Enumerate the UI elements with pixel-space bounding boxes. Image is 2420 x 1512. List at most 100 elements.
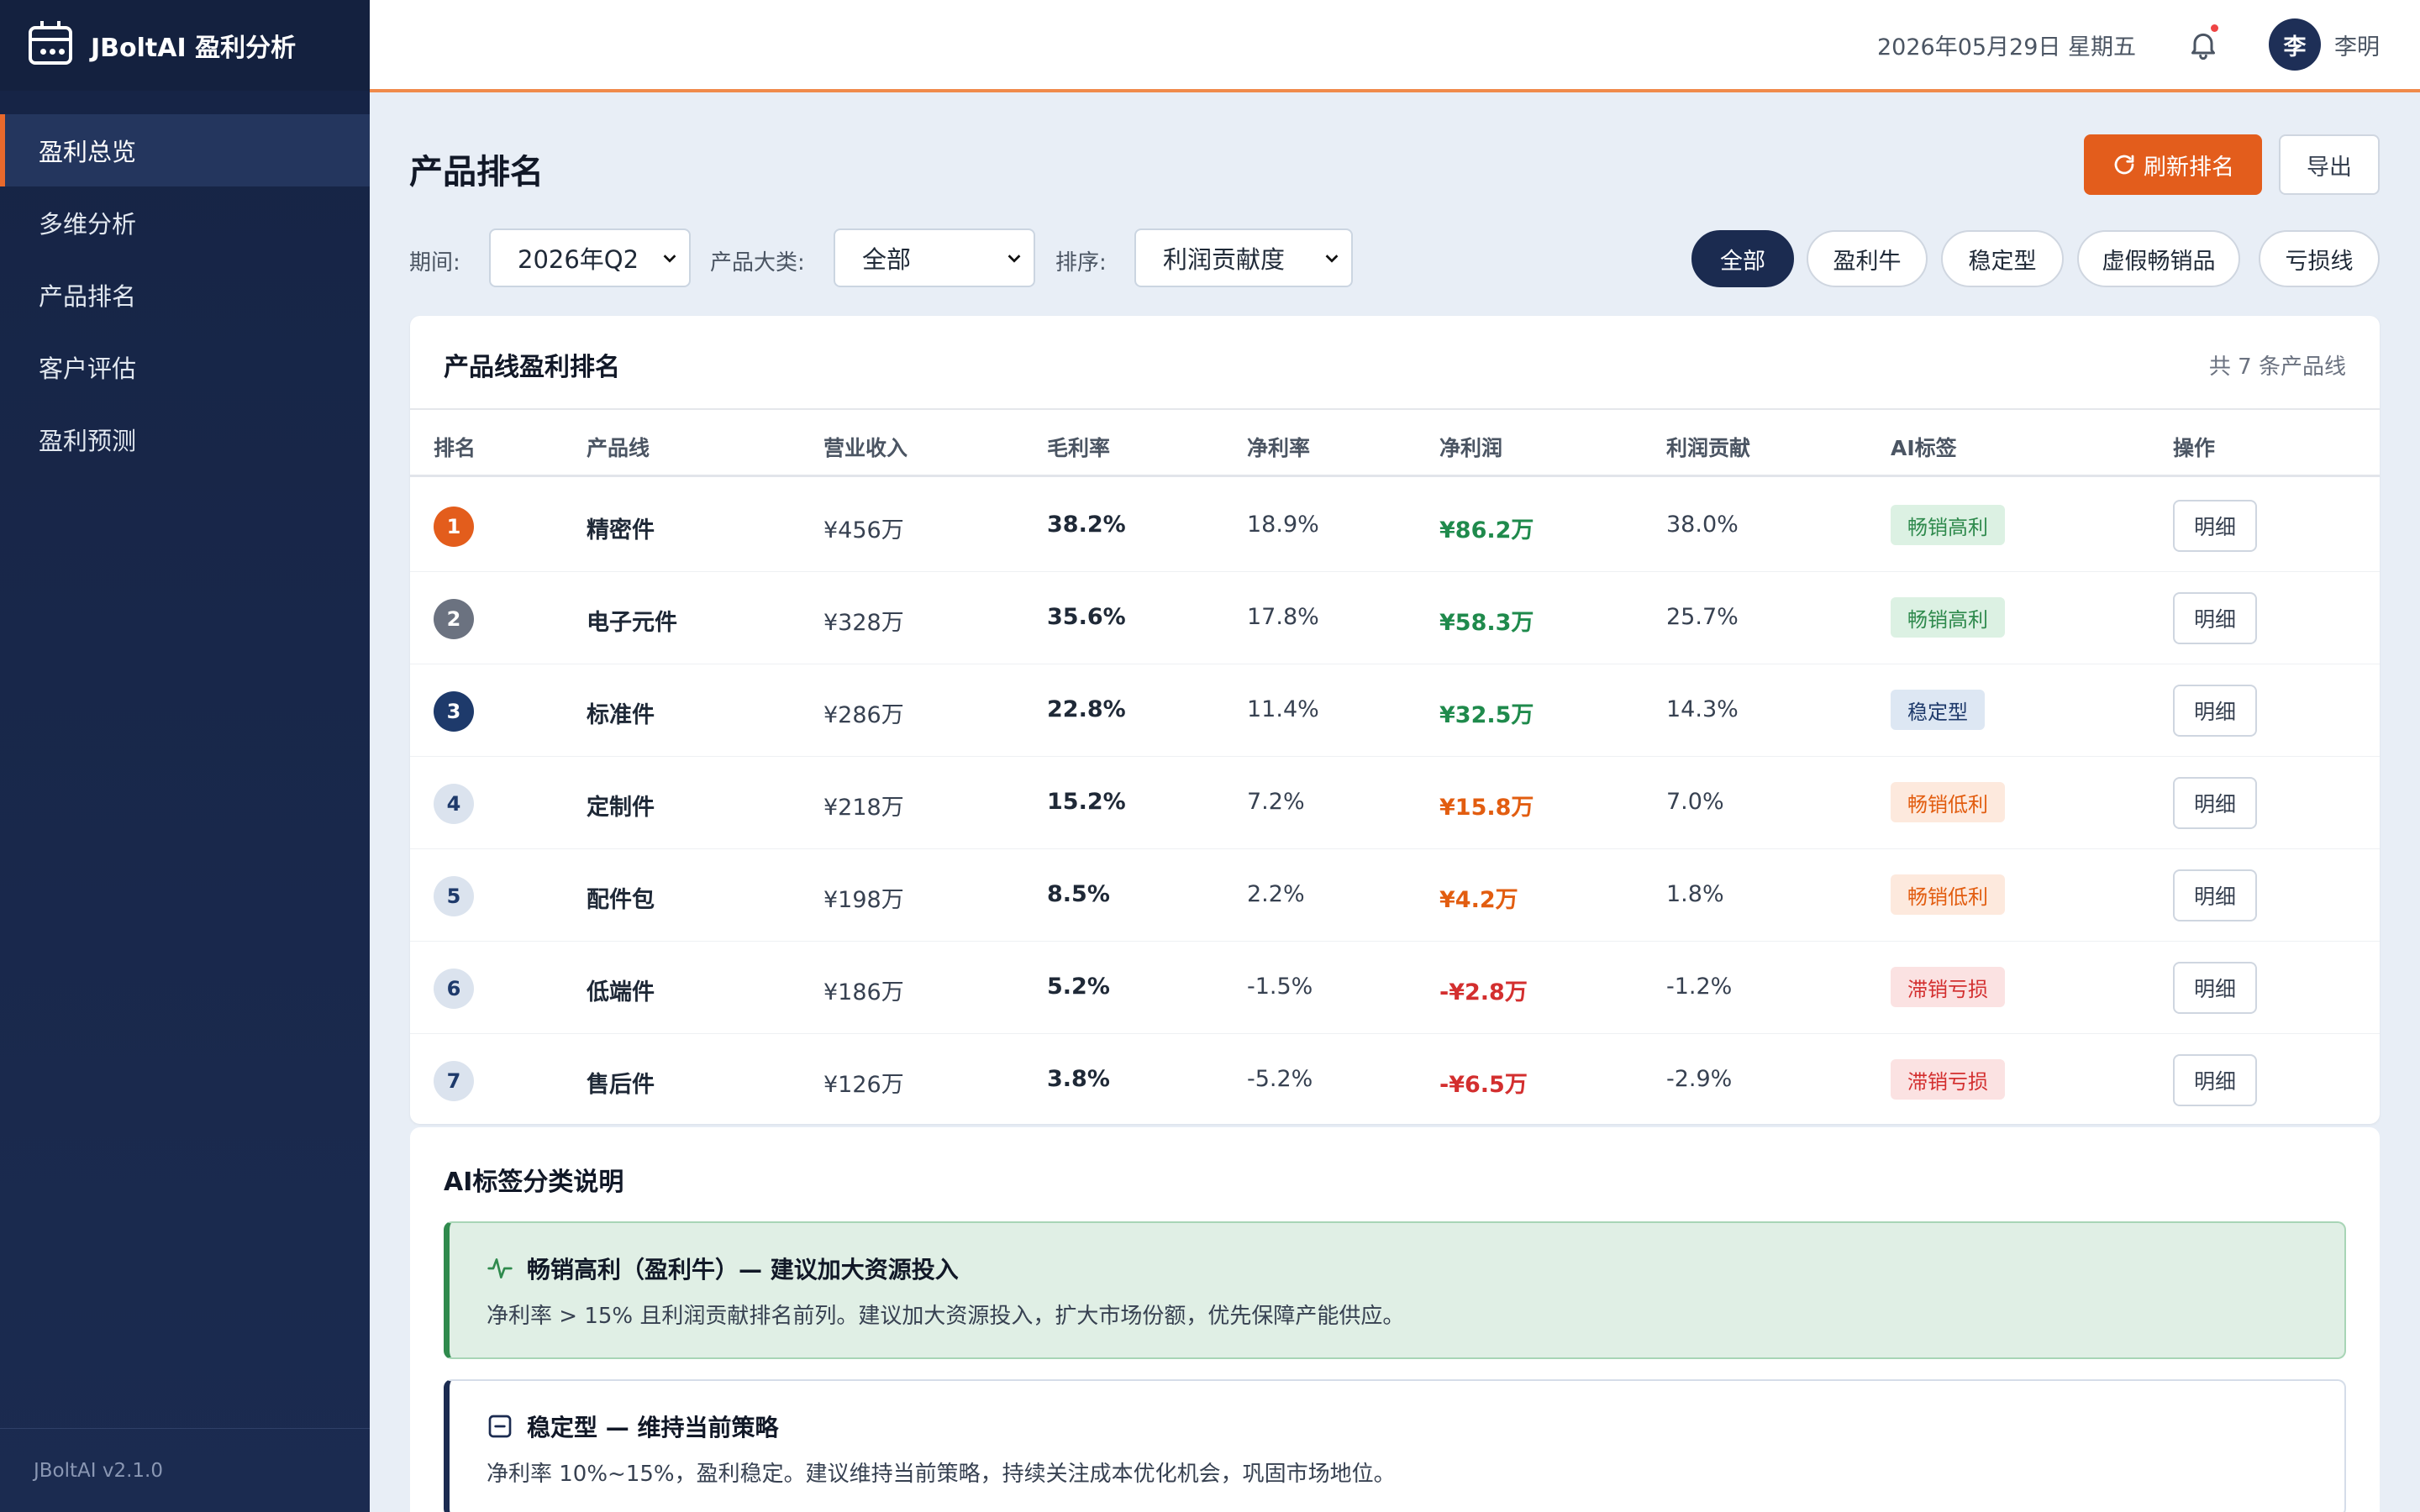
- net-rate: -5.2%: [1247, 1066, 1313, 1092]
- product-name: 售后件: [587, 1072, 655, 1098]
- gross-margin: 35.6%: [1047, 604, 1126, 630]
- table-row: 5 配件包 ¥198万 8.5% 2.2% ¥4.2万 1.8% 畅销低利 明细: [410, 849, 2380, 942]
- sort-value: 利润贡献度: [1163, 245, 1286, 274]
- sidebar-item-multi-analysis[interactable]: 多维分析: [0, 186, 370, 259]
- net-rate: 7.2%: [1247, 789, 1305, 815]
- category-select[interactable]: 全部: [834, 228, 1035, 287]
- col-revenue[interactable]: 营业收入: [823, 432, 908, 462]
- table-header: 排名 产品线 营业收入 毛利率 净利率 净利润 利润贡献 AI标签 操作: [410, 408, 2380, 477]
- revenue: ¥456万: [823, 517, 904, 543]
- detail-button[interactable]: 明细: [2173, 962, 2257, 1014]
- notification-dot: [2211, 24, 2218, 32]
- sidebar-item-forecast[interactable]: 盈利预测: [0, 403, 370, 475]
- category-value: 全部: [862, 245, 912, 274]
- table-row: 3 标准件 ¥286万 22.8% 11.4% ¥32.5万 14.3% 稳定型 明细: [410, 664, 2380, 757]
- sidebar-nav: 盈利总览 多维分析 产品排名 客户评估 盈利预测: [0, 114, 370, 475]
- revenue: ¥198万: [823, 887, 904, 913]
- rank-badge: 4: [434, 784, 474, 824]
- pill-fake-bestseller[interactable]: 虚假畅销品: [2077, 230, 2240, 287]
- legend-heading: 畅销高利（盈利牛）— 建议加大资源投入: [527, 1256, 959, 1284]
- brand[interactable]: JBoltAI 盈利分析: [0, 0, 370, 91]
- contribution: 38.0%: [1666, 512, 1739, 538]
- ai-tag-badge: 畅销低利: [1891, 782, 2005, 822]
- net-rate: 2.2%: [1247, 881, 1305, 907]
- gross-margin: 38.2%: [1047, 512, 1126, 538]
- rank-badge: 7: [434, 1061, 474, 1101]
- gross-margin: 8.5%: [1047, 881, 1110, 907]
- username[interactable]: 李明: [2334, 29, 2380, 61]
- sidebar-item-overview[interactable]: 盈利总览: [0, 114, 370, 186]
- net-profit: ¥32.5万: [1439, 702, 1534, 728]
- export-button[interactable]: 导出: [2279, 134, 2380, 195]
- sort-select[interactable]: 利润贡献度: [1134, 228, 1353, 287]
- product-name: 配件包: [587, 887, 655, 913]
- refresh-icon: [2114, 155, 2134, 175]
- category-label: 产品大类:: [710, 250, 805, 276]
- table-row: 1 精密件 ¥456万 38.2% 18.9% ¥86.2万 38.0% 畅销高利 明细: [410, 480, 2380, 572]
- contribution: 14.3%: [1666, 696, 1739, 722]
- gross-margin: 22.8%: [1047, 696, 1126, 722]
- refresh-ranking-button[interactable]: 刷新排名: [2084, 134, 2262, 195]
- top-header: 2026年05月29日 星期五 李 李明: [370, 0, 2420, 92]
- refresh-label: 刷新排名: [2144, 154, 2234, 180]
- card-title: 产品线盈利排名: [444, 353, 620, 382]
- ai-tag-badge: 畅销高利: [1891, 505, 2005, 545]
- revenue: ¥186万: [823, 979, 904, 1005]
- product-name: 精密件: [587, 517, 655, 543]
- gross-margin: 5.2%: [1047, 974, 1110, 1000]
- product-name: 低端件: [587, 979, 655, 1005]
- product-name: 定制件: [587, 795, 655, 821]
- period-select[interactable]: 2026年Q2: [489, 228, 691, 287]
- pill-loss-line[interactable]: 亏损线: [2259, 230, 2380, 287]
- col-ai-tag: AI标签: [1891, 436, 1957, 460]
- sidebar-item-product-ranking[interactable]: 产品排名: [0, 259, 370, 331]
- contribution: -2.9%: [1666, 1066, 1733, 1092]
- ai-tag-badge: 滞销亏损: [1891, 967, 2005, 1007]
- revenue: ¥218万: [823, 795, 904, 821]
- table-row: 7 售后件 ¥126万 3.8% -5.2% -¥6.5万 -2.9% 滞销亏损 明细: [410, 1034, 2380, 1124]
- col-gross-margin[interactable]: 毛利率: [1047, 432, 1110, 462]
- detail-button[interactable]: 明细: [2173, 592, 2257, 644]
- bell-icon[interactable]: [2186, 24, 2220, 63]
- revenue: ¥286万: [823, 702, 904, 728]
- col-action: 操作: [2173, 436, 2216, 460]
- net-rate: 11.4%: [1247, 696, 1319, 722]
- app-title: JBoltAI 盈利分析: [91, 34, 297, 63]
- net-profit: -¥6.5万: [1439, 1072, 1528, 1098]
- chevron-down-icon: [663, 255, 676, 263]
- net-profit: ¥86.2万: [1439, 517, 1534, 543]
- ai-tag-badge: 滞销亏损: [1891, 1059, 2005, 1100]
- contribution: 7.0%: [1666, 789, 1724, 815]
- detail-button[interactable]: 明细: [2173, 1054, 2257, 1106]
- ai-tag-badge: 稳定型: [1891, 690, 1985, 730]
- ai-tag-badge: 畅销高利: [1891, 597, 2005, 638]
- col-net-rate[interactable]: 净利率: [1247, 432, 1310, 462]
- detail-button[interactable]: 明细: [2173, 869, 2257, 921]
- col-product[interactable]: 产品线: [587, 432, 650, 462]
- legend-text: 净利率 10%~15%，盈利稳定。建议维持当前策略，持续关注成本优化机会，巩固市…: [487, 1462, 1396, 1487]
- detail-button[interactable]: 明细: [2173, 777, 2257, 829]
- rank-badge: 6: [434, 969, 474, 1009]
- legend-heading: 稳定型 — 维持当前策略: [527, 1414, 779, 1441]
- col-rank[interactable]: 排名: [434, 432, 476, 462]
- col-net-profit[interactable]: 净利润: [1439, 432, 1502, 462]
- period-label: 期间:: [409, 250, 460, 276]
- avatar[interactable]: 李: [2269, 18, 2321, 71]
- product-name: 电子元件: [587, 610, 677, 636]
- detail-button[interactable]: 明细: [2173, 685, 2257, 737]
- sort-label: 排序:: [1055, 250, 1107, 276]
- detail-button[interactable]: 明细: [2173, 500, 2257, 552]
- pill-stable[interactable]: 稳定型: [1941, 230, 2064, 287]
- contribution: 25.7%: [1666, 604, 1739, 630]
- legend-title: AI标签分类说明: [444, 1168, 624, 1197]
- col-contribution[interactable]: 利润贡献: [1666, 432, 1750, 462]
- pill-cash-cow[interactable]: 盈利牛: [1807, 230, 1928, 287]
- rank-badge: 5: [434, 876, 474, 916]
- minus-square-icon: [488, 1415, 512, 1438]
- sidebar-item-customer-eval[interactable]: 客户评估: [0, 331, 370, 403]
- gross-margin: 3.8%: [1047, 1066, 1110, 1092]
- gross-margin: 15.2%: [1047, 789, 1126, 815]
- page-title: 产品排名: [409, 153, 544, 192]
- ranking-card: 产品线盈利排名 共 7 条产品线 排名 产品线 营业收入 毛利率 净利率 净利润…: [410, 316, 2380, 1124]
- pill-all[interactable]: 全部: [1691, 230, 1794, 287]
